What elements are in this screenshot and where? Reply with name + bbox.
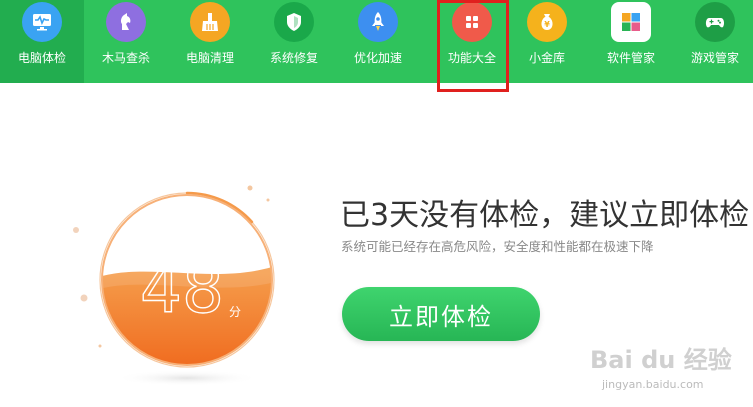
gamepad-icon — [695, 2, 735, 42]
nav-item-speedup[interactable]: 优化加速 — [336, 0, 420, 83]
watermark: Bai du 经验 jingyan.baidu.com — [590, 340, 740, 400]
nav-item-system-repair[interactable]: 系统修复 — [252, 0, 336, 83]
nav-label: 游戏管家 — [690, 51, 739, 65]
watermark-logo: Bai du 经验 — [590, 346, 732, 374]
nav-label: 功能大全 — [447, 51, 496, 65]
shield-icon — [274, 2, 314, 42]
score-value: 48 — [140, 251, 224, 328]
svg-text:¥: ¥ — [544, 20, 550, 29]
nav-label: 电脑体检 — [17, 51, 66, 65]
grid-apps-icon — [452, 2, 492, 42]
yen-bag-icon: ¥ — [527, 2, 567, 42]
score-unit: 分 — [229, 305, 241, 319]
nav-label: 木马查杀 — [101, 51, 150, 65]
decor-dot — [73, 227, 79, 233]
nav-item-software-manager[interactable]: 软件管家 — [589, 0, 673, 83]
decor-dot — [247, 185, 253, 191]
nav-item-game-manager[interactable]: 游戏管家 — [673, 0, 753, 83]
nav-label: 小金库 — [528, 51, 565, 65]
watermark-url: jingyan.baidu.com — [602, 378, 704, 391]
score-gauge: 48 分 — [73, 185, 275, 386]
decor-dot — [80, 294, 88, 302]
nav-label: 系统修复 — [269, 51, 318, 65]
nav-label: 优化加速 — [353, 51, 402, 65]
risk-description: 系统可能已经存在高危风险，安全度和性能都在极速下降 — [341, 239, 654, 254]
software-cube-icon — [611, 2, 651, 42]
nav-item-small-vault[interactable]: ¥ 小金库 — [505, 0, 589, 83]
broom-icon — [190, 2, 230, 42]
nav-label: 软件管家 — [606, 51, 655, 65]
nav-label: 电脑清理 — [185, 51, 234, 65]
monitor-check-icon — [22, 2, 62, 42]
horse-icon — [106, 2, 146, 42]
check-now-button[interactable]: 立即体检 — [342, 287, 540, 341]
decor-dot — [98, 344, 102, 348]
nav-item-pc-cleanup[interactable]: 电脑清理 — [168, 0, 252, 83]
rocket-icon — [358, 2, 398, 42]
nav-item-trojan-scan[interactable]: 木马查杀 — [84, 0, 168, 83]
nav-item-pc-checkup[interactable]: 电脑体检 — [0, 0, 84, 83]
decor-dot — [266, 198, 270, 202]
gauge-shadow — [115, 370, 259, 386]
nav-item-all-features[interactable]: 功能大全 — [430, 0, 514, 83]
top-nav-bar: 电脑体检 木马查杀 电脑清理 系统修复 优化加速 功能大全 ¥ 小金库 软件管家… — [0, 0, 753, 83]
headline: 已3天没有体检，建议立即体检！ — [340, 198, 753, 233]
